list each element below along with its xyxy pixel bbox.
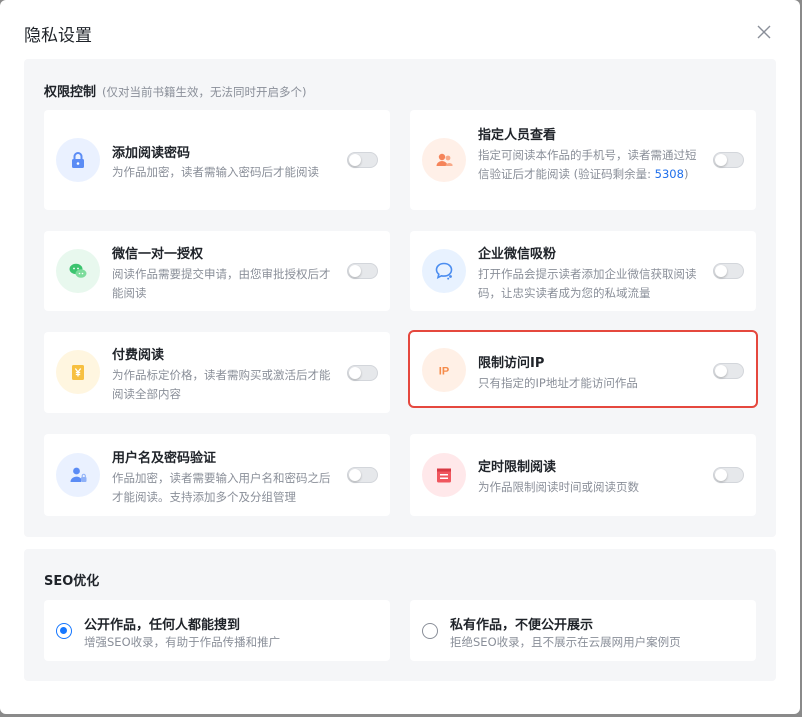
users-icon-circle	[422, 138, 466, 182]
card-wecom-fans: 企业微信吸粉 打开作品会提示读者添加企业微信获取阅读码，让忠实读者成为您的私域流…	[410, 231, 756, 311]
calendar-icon	[437, 468, 451, 483]
card-username-password: 用户名及密码验证 作品加密，读者需要输入用户名和密码之后才能阅读。支持添加多个及…	[44, 434, 390, 516]
card-title: 用户名及密码验证	[112, 451, 217, 466]
wecom-fans-toggle[interactable]	[713, 263, 744, 279]
card-desc: 指定可阅读本作品的手机号，读者需通过短信验证后才能阅读 (验证码剩余量: 530…	[478, 146, 702, 184]
card-title: 微信一对一授权	[112, 247, 204, 262]
card-read-password: 添加阅读密码 为作品加密，读者需输入密码后才能阅读	[44, 110, 390, 210]
wechat-icon-circle	[56, 249, 100, 293]
card-title: 付费阅读	[112, 348, 165, 363]
card-title: 定时限制阅读	[478, 460, 557, 475]
card-paid-reading: 付费阅读 为作品标定价格，读者需购买或激活后才能阅读全部内容	[44, 332, 390, 413]
calendar-icon-circle	[422, 453, 466, 497]
card-desc-tail: )	[683, 167, 689, 181]
card-timed-reading: 定时限制阅读 为作品限制阅读时间或阅读页数	[410, 434, 756, 516]
card-title: 指定人员查看	[478, 128, 557, 143]
ip-icon-circle: IP	[422, 348, 466, 392]
card-desc: 作品加密，读者需要输入用户名和密码之后才能阅读。支持添加多个及分组管理	[112, 471, 331, 504]
card-designated-viewers: 指定人员查看 指定可阅读本作品的手机号，读者需通过短信验证后才能阅读 (验证码剩…	[410, 110, 756, 210]
read-password-toggle[interactable]	[347, 152, 378, 168]
seo-section: SEO优化 公开作品，任何人都能搜到 增强SEO收录，有助于作品传播和推广 私有…	[24, 549, 776, 681]
radio-title: 私有作品，不便公开展示	[450, 618, 594, 633]
username-password-toggle[interactable]	[347, 467, 378, 483]
private-radio[interactable]	[422, 623, 438, 639]
radio-title: 公开作品，任何人都能搜到	[84, 618, 241, 633]
privacy-settings-dialog: 隐私设置 权限控制 (仅对当前书籍生效，无法同时开启多个) 添加阅读密码 为作品加…	[0, 0, 800, 714]
chat-bubble-icon	[435, 262, 453, 280]
seo-option-public[interactable]: 公开作品，任何人都能搜到 增强SEO收录，有助于作品传播和推广	[44, 600, 390, 661]
lock-icon-circle	[56, 138, 100, 182]
wechat-icon	[69, 263, 87, 278]
card-desc: 为作品加密，读者需输入密码后才能阅读	[112, 165, 319, 179]
card-wechat-auth: 微信一对一授权 阅读作品需要提交申请，由您审批授权后才能阅读	[44, 231, 390, 311]
yen-icon-circle	[56, 350, 100, 394]
permission-hint: (仅对当前书籍生效，无法同时开启多个)	[102, 85, 307, 99]
card-desc: 为作品限制阅读时间或阅读页数	[478, 480, 639, 494]
permission-heading-text: 权限控制	[44, 85, 97, 100]
public-radio[interactable]	[56, 623, 72, 639]
close-button[interactable]	[757, 24, 775, 42]
ip-restriction-toggle[interactable]	[713, 363, 744, 379]
permission-control-section: 权限控制 (仅对当前书籍生效，无法同时开启多个) 添加阅读密码 为作品加密，读者需…	[24, 59, 776, 537]
sms-quota-link[interactable]: 5308	[655, 167, 684, 181]
dialog-title: 隐私设置	[24, 26, 92, 46]
card-ip-restriction: IP 限制访问IP 只有指定的IP地址才能访问作品	[408, 330, 758, 408]
card-desc: 为作品标定价格，读者需购买或激活后才能阅读全部内容	[112, 368, 331, 401]
card-desc: 阅读作品需要提交申请，由您审批授权后才能阅读	[112, 267, 331, 300]
card-title: 限制访问IP	[478, 356, 545, 371]
wechat-auth-toggle[interactable]	[347, 263, 378, 279]
paid-reading-toggle[interactable]	[347, 365, 378, 381]
lock-icon	[72, 152, 84, 168]
seo-heading: SEO优化	[44, 574, 100, 589]
card-title: 添加阅读密码	[112, 146, 191, 161]
radio-desc: 增强SEO收录，有助于作品传播和推广	[84, 635, 281, 649]
permission-heading: 权限控制 (仅对当前书籍生效，无法同时开启多个)	[44, 81, 307, 100]
chat-bubble-icon-circle	[422, 249, 466, 293]
svg-text:IP: IP	[439, 366, 449, 378]
close-icon	[757, 25, 771, 39]
designated-viewers-toggle[interactable]	[713, 152, 744, 168]
users-icon	[436, 153, 453, 166]
card-desc: 只有指定的IP地址才能访问作品	[478, 376, 638, 390]
card-title: 企业微信吸粉	[478, 247, 557, 262]
user-lock-icon-circle	[56, 453, 100, 497]
user-lock-icon	[70, 467, 87, 482]
card-desc: 打开作品会提示读者添加企业微信获取阅读码，让忠实读者成为您的私域流量	[478, 267, 697, 300]
yen-icon	[72, 365, 84, 380]
seo-option-private[interactable]: 私有作品，不便公开展示 拒绝SEO收录，且不展示在云展网用户案例页	[410, 600, 756, 661]
radio-desc: 拒绝SEO收录，且不展示在云展网用户案例页	[450, 635, 681, 649]
ip-icon: IP	[439, 366, 449, 378]
timed-reading-toggle[interactable]	[713, 467, 744, 483]
